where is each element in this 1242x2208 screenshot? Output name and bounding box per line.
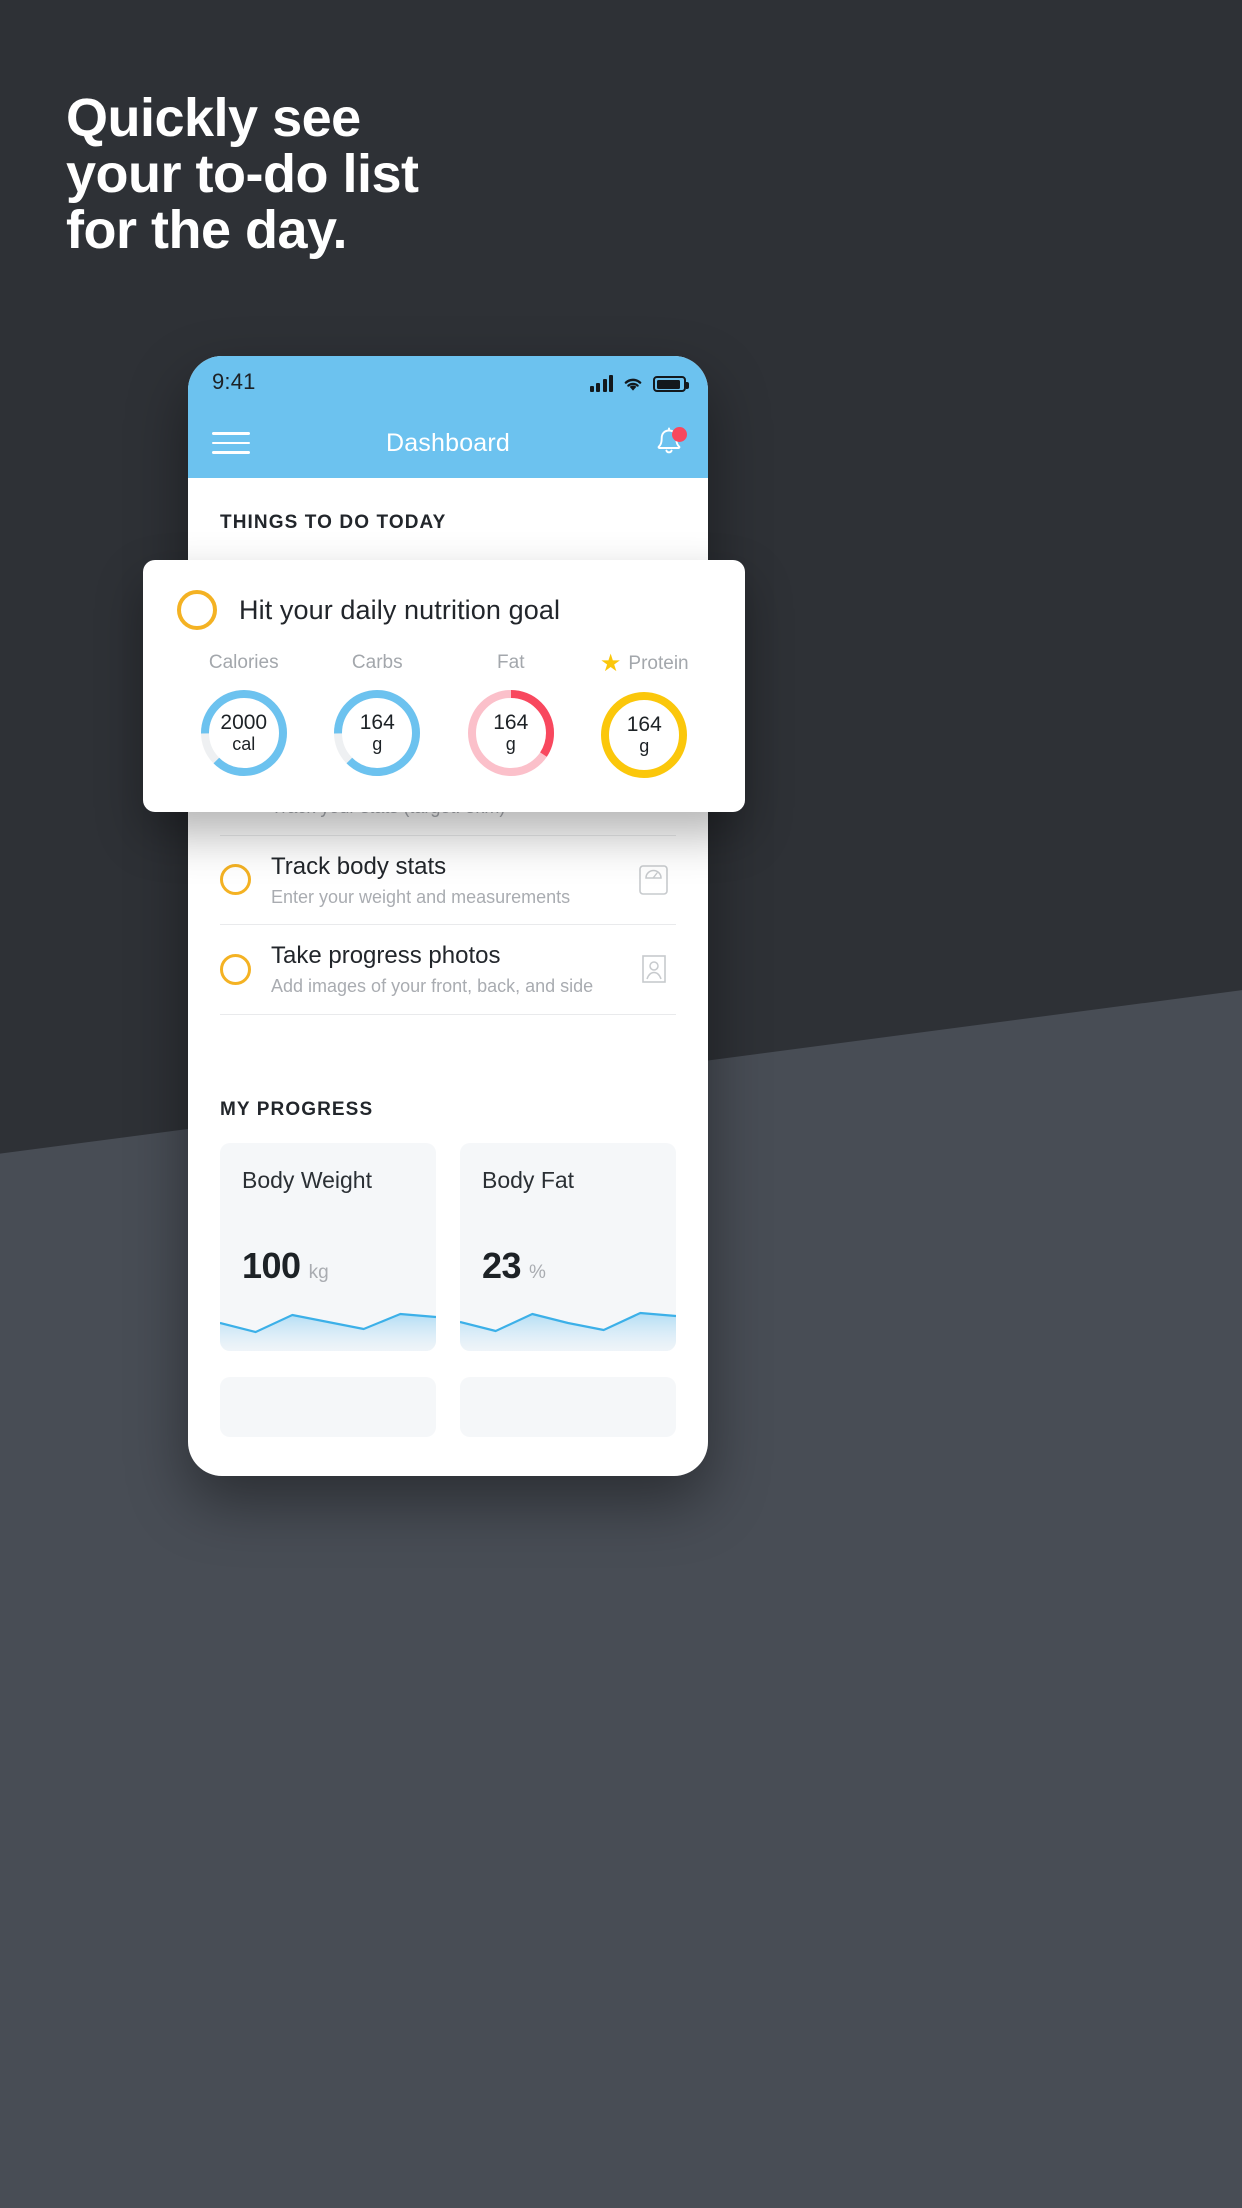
section-title-my-progress: MY PROGRESS <box>220 1098 374 1120</box>
notification-badge <box>672 427 687 442</box>
macro-donut-carbs: 164 g <box>330 686 424 780</box>
progress-card-unit: kg <box>308 1261 329 1283</box>
todo-title: Take progress photos <box>271 942 501 969</box>
macro-label: ★ Protein <box>600 652 689 676</box>
macro-value-group: 164 g <box>597 688 691 782</box>
nutrition-card-header: Hit your daily nutrition goal <box>177 590 711 630</box>
macro-unit: g <box>639 735 650 756</box>
status-time: 9:41 <box>212 369 256 394</box>
todo-item-progress-photos[interactable]: Take progress photos Add images of your … <box>220 925 676 1015</box>
section-title-things-to-do: THINGS TO DO TODAY <box>220 512 447 533</box>
progress-cards-next-row <box>188 1376 708 1437</box>
macro-fat[interactable]: Fat 164 g <box>444 652 578 782</box>
phone-screen: 9:41 Dashboard THINGS TO DO TODAY Track … <box>188 356 708 1476</box>
nav-title: Dashboard <box>385 428 511 457</box>
macro-calories[interactable]: Calories 2000 cal <box>177 652 311 782</box>
todo-title: Track body stats <box>271 852 447 880</box>
macro-label-text: Carbs <box>351 652 403 673</box>
macro-value-group: 164 g <box>330 686 424 780</box>
progress-card-value: 23 % <box>482 1245 546 1287</box>
nav-bar: Dashboard <box>188 408 708 478</box>
checkbox-ring-icon[interactable] <box>177 590 217 630</box>
screenshot-root: Quickly see your to-do list for the day.… <box>0 0 1242 2208</box>
macro-donut-calories: 2000 cal <box>197 686 291 780</box>
macro-unit: g <box>505 733 516 754</box>
progress-card-peek[interactable] <box>220 1376 436 1437</box>
macro-carbs[interactable]: Carbs 164 g <box>311 652 445 782</box>
status-bar: 9:41 <box>188 356 708 408</box>
macro-label-text: Calories <box>208 652 279 673</box>
nutrition-card-title: Hit your daily nutrition goal <box>239 594 561 625</box>
battery-icon <box>653 376 689 392</box>
star-icon: ★ <box>599 650 622 677</box>
macro-value-group: 164 g <box>464 686 558 780</box>
macro-label: Fat <box>497 652 524 674</box>
phone-mockup: 9:41 Dashboard THINGS TO DO TODAY Track … <box>188 356 708 1476</box>
macro-value: 2000 <box>220 710 268 734</box>
todo-subtitle: Enter your weight and measurements <box>271 886 571 907</box>
todo-text: Take progress photos Add images of your … <box>271 941 610 998</box>
macro-value: 164 <box>626 712 662 736</box>
todo-subtitle: Add images of your front, back, and side <box>271 976 594 996</box>
progress-card-peek[interactable] <box>460 1376 676 1437</box>
wifi-icon <box>622 375 644 392</box>
weight-scale-icon <box>630 859 676 901</box>
macro-donut-protein: 164 g <box>597 688 691 782</box>
progress-card-title: Body Weight <box>242 1166 372 1193</box>
macro-unit: g <box>372 733 383 754</box>
progress-card-number: 100 <box>242 1244 301 1286</box>
progress-card-value: 100 kg <box>242 1245 329 1287</box>
todo-text: Track body stats Enter your weight and m… <box>271 852 610 909</box>
progress-cards: Body Weight 100 kg Body Fat 23 % <box>188 1142 708 1351</box>
photo-person-icon <box>630 948 676 990</box>
progress-card-number: 23 <box>482 1244 522 1286</box>
macro-label: Carbs <box>352 652 403 674</box>
bell-icon[interactable] <box>652 425 687 461</box>
macro-label-text: Protein <box>628 653 689 674</box>
macro-label: Calories <box>209 652 279 674</box>
macro-value: 164 <box>493 710 529 734</box>
macro-label-text: Fat <box>497 652 525 673</box>
nutrition-goal-card[interactable]: Hit your daily nutrition goal Calories 2… <box>143 560 745 812</box>
sparkline-chart-body-weight <box>220 1305 436 1351</box>
macro-protein[interactable]: ★ Protein 164 g <box>578 652 712 782</box>
macro-rings: Calories 2000 cal Carbs 164 g Fat 164 g … <box>177 652 711 782</box>
macro-unit: cal <box>232 733 256 754</box>
progress-card-title: Body Fat <box>482 1166 575 1193</box>
progress-card-body-weight[interactable]: Body Weight 100 kg <box>220 1142 436 1351</box>
signal-icon <box>589 375 613 392</box>
checkbox-ring-icon[interactable] <box>220 864 251 896</box>
status-icons <box>589 372 689 392</box>
macro-donut-fat: 164 g <box>464 686 558 780</box>
sparkline-chart-body-fat <box>460 1305 676 1351</box>
macro-value: 164 <box>359 710 395 734</box>
checkbox-ring-icon[interactable] <box>220 953 251 985</box>
progress-card-unit: % <box>529 1261 546 1283</box>
todo-item-body-stats[interactable]: Track body stats Enter your weight and m… <box>220 836 676 925</box>
hamburger-icon[interactable] <box>212 432 250 454</box>
progress-card-body-fat[interactable]: Body Fat 23 % <box>460 1142 676 1351</box>
page-title: Quickly see your to-do list for the day. <box>66 88 419 261</box>
macro-value-group: 2000 cal <box>197 686 291 780</box>
